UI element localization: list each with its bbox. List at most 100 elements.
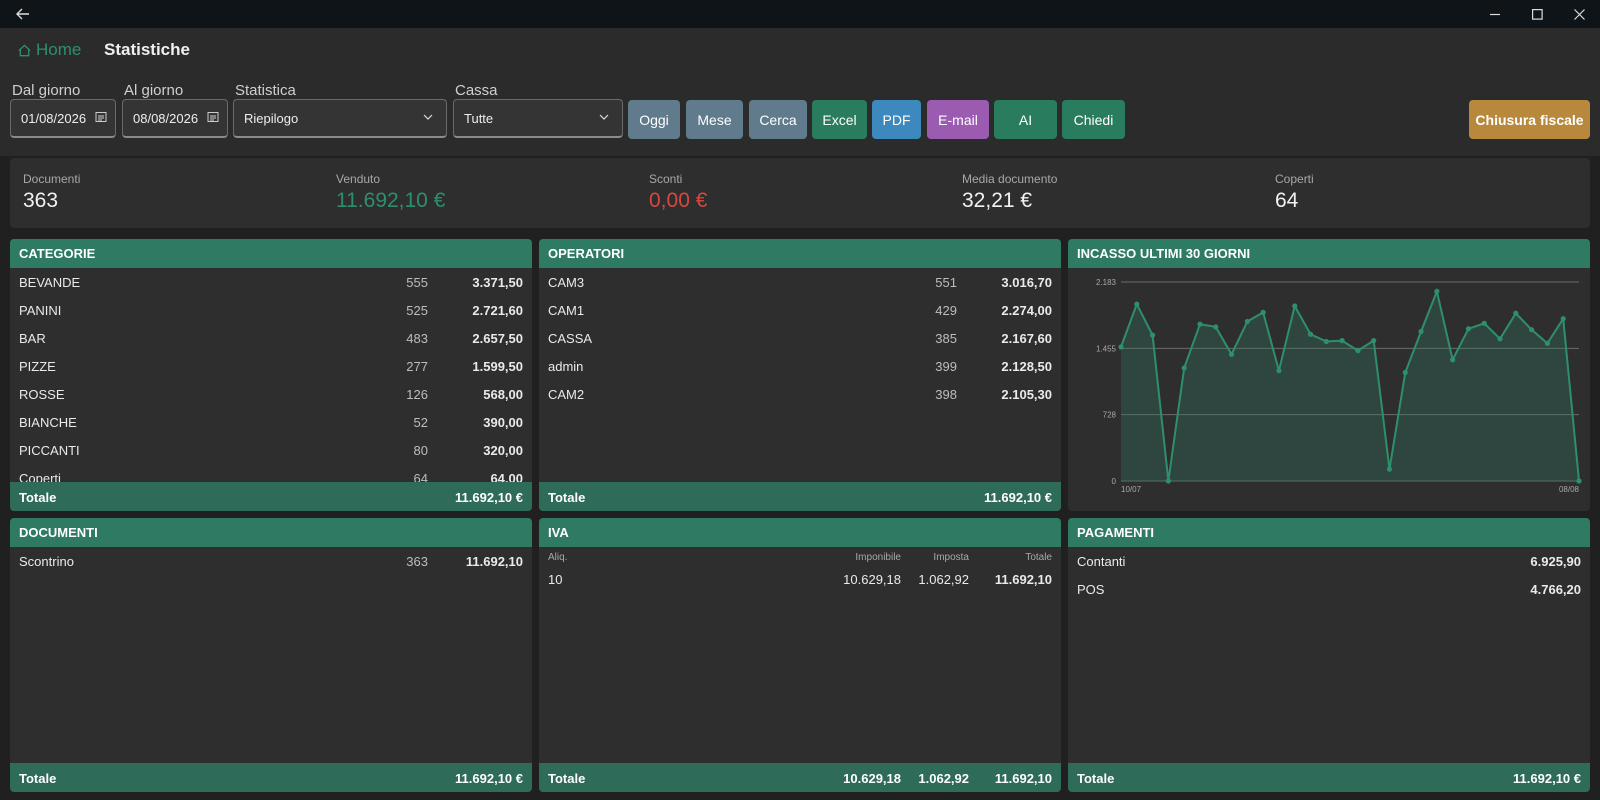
table-row[interactable]: 10 10.629,18 1.062,92 11.692,10 xyxy=(539,567,1061,593)
maximize-button[interactable] xyxy=(1514,0,1560,28)
list-item[interactable]: BEVANDE 555 3.371,50 xyxy=(10,268,532,296)
data-point xyxy=(1371,338,1377,344)
minimize-button[interactable] xyxy=(1472,0,1518,28)
categorie-list[interactable]: BEVANDE 555 3.371,50 PANINI 525 2.721,60 BAR… xyxy=(10,268,532,482)
excel-button[interactable]: Excel xyxy=(812,100,867,139)
data-point xyxy=(1481,320,1487,326)
list-item[interactable]: BAR 483 2.657,50 xyxy=(10,324,532,352)
item-qty: 385 xyxy=(935,331,957,346)
y-tick-label: 0 xyxy=(1112,477,1117,486)
list-item[interactable]: CAM3 551 3.016,70 xyxy=(539,268,1061,296)
item-name: Coperti xyxy=(19,471,61,482)
list-item[interactable]: CAM1 429 2.274,00 xyxy=(539,296,1061,324)
total-label: Totale xyxy=(19,490,57,505)
stat-sconti: Sconti 0,00 € xyxy=(649,172,707,213)
item-amount: 320,00 xyxy=(483,443,523,458)
statistica-select[interactable]: Riepilogo xyxy=(233,99,447,138)
pdf-button[interactable]: PDF xyxy=(872,100,921,139)
list-item[interactable]: Scontrino 363 11.692,10 xyxy=(10,547,532,575)
item-amount: 568,00 xyxy=(483,387,523,402)
panel-total: Totale 11.692,10 € xyxy=(10,482,532,511)
panel-title: CATEGORIE xyxy=(10,239,532,268)
home-label: Home xyxy=(36,40,82,59)
stat-label: Coperti xyxy=(1275,172,1314,186)
maximize-icon xyxy=(1531,8,1543,20)
data-point xyxy=(1181,365,1187,371)
data-point xyxy=(1402,369,1408,376)
cerca-button[interactable]: Cerca xyxy=(749,100,807,139)
panel-total: Totale 11.692,10 € xyxy=(539,482,1061,511)
data-point xyxy=(1228,351,1235,357)
item-amount: 3.371,50 xyxy=(472,275,523,290)
page-title: Statistiche xyxy=(104,40,190,59)
stat-documenti: Documenti 363 xyxy=(23,172,80,213)
list-item[interactable]: admin 399 2.128,50 xyxy=(539,352,1061,380)
x-tick-label: 08/08 xyxy=(1559,485,1580,494)
item-name: CAM3 xyxy=(548,275,585,290)
from-date-picker[interactable]: 01/08/2026 xyxy=(10,99,116,138)
filter-bar: Dal giorno 01/08/2026 Al giorno 08/08/20… xyxy=(0,72,1600,156)
data-point xyxy=(1544,340,1551,346)
cassa-select[interactable]: Tutte xyxy=(453,99,623,138)
item-amount: 4.766,20 xyxy=(1530,582,1581,597)
email-button[interactable]: E-mail xyxy=(927,100,989,139)
data-point xyxy=(1197,321,1203,327)
list-item[interactable]: POS 4.766,20 xyxy=(1068,575,1590,603)
list-item[interactable]: PANINI 525 2.721,60 xyxy=(10,296,532,324)
list-item[interactable]: Coperti 64 64,00 xyxy=(10,464,532,482)
chiedi-button[interactable]: Chiedi xyxy=(1062,100,1125,139)
list-item[interactable]: ROSSE 126 568,00 xyxy=(10,380,532,408)
stat-value: 11.692,10 € xyxy=(336,189,446,212)
list-item[interactable]: PICCANTI 80 320,00 xyxy=(10,436,532,464)
data-point xyxy=(1529,327,1535,333)
back-button[interactable] xyxy=(0,0,46,28)
categorie-panel: CATEGORIE BEVANDE 555 3.371,50 PANINI 525 2.… xyxy=(10,239,532,511)
operatori-list[interactable]: CAM3 551 3.016,70 CAM1 429 2.274,00 CASSA 385… xyxy=(539,268,1061,482)
data-point xyxy=(1513,310,1519,316)
cell-imposta: 1.062,92 xyxy=(918,572,969,587)
item-qty: 398 xyxy=(935,387,957,402)
data-point xyxy=(1260,309,1266,315)
col-imponibile: Imponibile xyxy=(855,552,901,563)
data-point xyxy=(1149,332,1156,338)
mese-button[interactable]: Mese xyxy=(686,100,743,139)
table-header: Aliq. Imponibile Imposta Totale xyxy=(539,547,1061,567)
data-point xyxy=(1323,338,1329,345)
from-date-label: Dal giorno xyxy=(12,82,81,99)
list-item[interactable]: CASSA 385 2.167,60 xyxy=(539,324,1061,352)
panel-total: Totale 11.692,10 € xyxy=(1068,763,1590,792)
item-name: PIZZE xyxy=(19,359,56,374)
col-aliq: Aliq. xyxy=(548,552,568,563)
list-item[interactable]: PIZZE 277 1.599,50 xyxy=(10,352,532,380)
chiusura-fiscale-button[interactable]: Chiusura fiscale xyxy=(1469,100,1590,139)
data-point xyxy=(1118,344,1124,350)
total-imposta: 1.062,92 xyxy=(918,771,969,786)
total-value: 11.692,10 € xyxy=(455,490,523,505)
item-qty: 126 xyxy=(406,387,428,402)
home-link[interactable]: Home xyxy=(17,40,81,60)
statistica-value: Riepilogo xyxy=(244,110,299,126)
close-button[interactable] xyxy=(1556,0,1600,28)
ai-button[interactable]: AI xyxy=(994,100,1057,139)
to-date-picker[interactable]: 08/08/2026 xyxy=(122,99,228,138)
documenti-list[interactable]: Scontrino 363 11.692,10 xyxy=(10,547,532,763)
total-value: 11.692,10 € xyxy=(455,771,523,786)
col-totale: Totale xyxy=(1025,552,1052,563)
nav-bar: Home Statistiche xyxy=(0,28,1600,72)
incasso-chart: 2.183 1.455 728 0 10/07 08/08 xyxy=(1096,278,1582,494)
data-point xyxy=(1450,357,1456,363)
list-item[interactable]: CAM2 398 2.105,30 xyxy=(539,380,1061,408)
stat-value: 0,00 € xyxy=(649,189,708,212)
pagamenti-list[interactable]: Contanti 6.925,90 POS 4.766,20 xyxy=(1068,547,1590,763)
panel-total: Totale 11.692,10 € xyxy=(10,763,532,792)
item-amount: 6.925,90 xyxy=(1530,554,1581,569)
item-name: admin xyxy=(548,359,584,374)
data-point xyxy=(1497,336,1503,342)
documenti-panel: DOCUMENTI Scontrino 363 11.692,10 Totale 1… xyxy=(10,518,532,792)
list-item[interactable]: Contanti 6.925,90 xyxy=(1068,547,1590,575)
item-amount: 1.599,50 xyxy=(472,359,523,374)
data-point xyxy=(1386,466,1393,472)
oggi-button[interactable]: Oggi xyxy=(628,100,680,139)
data-point xyxy=(1213,324,1219,330)
list-item[interactable]: BIANCHE 52 390,00 xyxy=(10,408,532,436)
